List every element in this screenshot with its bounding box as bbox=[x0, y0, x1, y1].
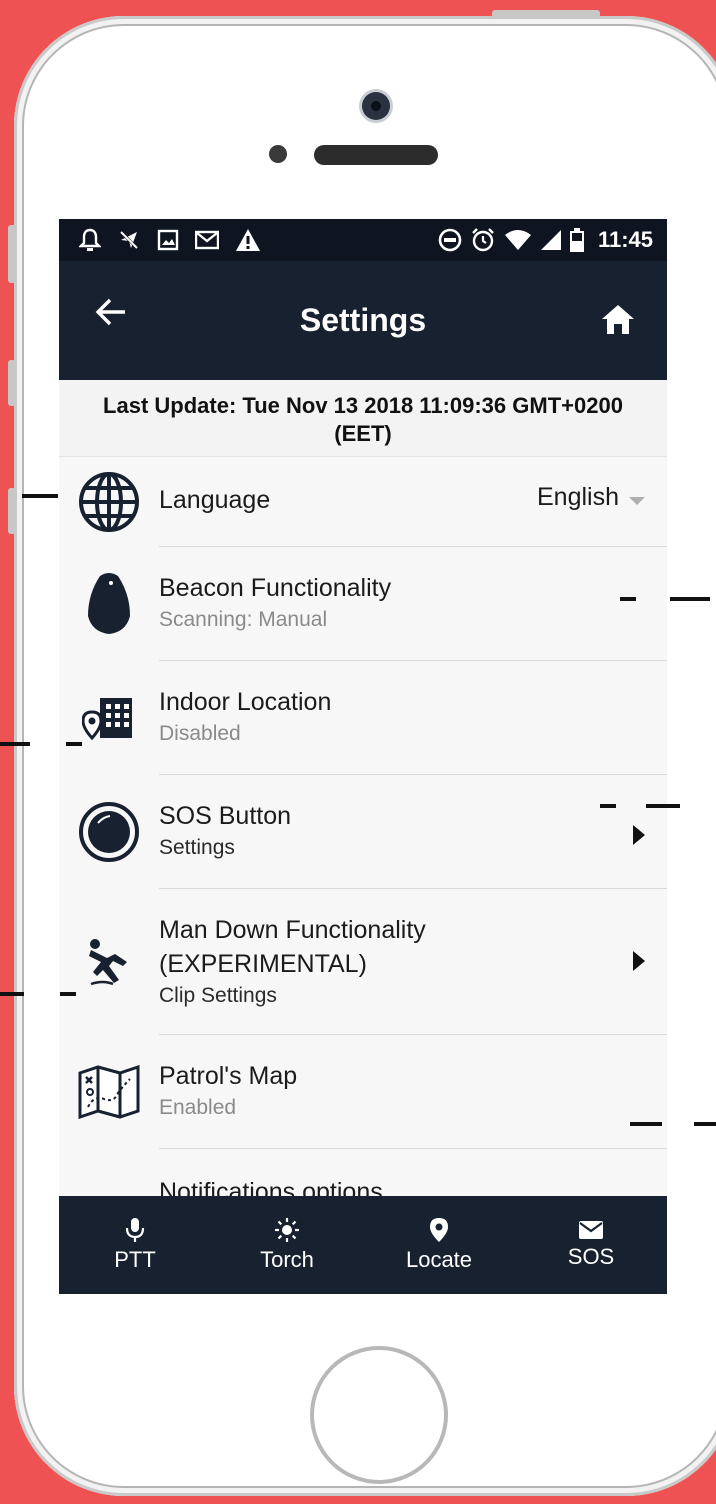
phone-screen: 11:45 Settings Last Update: Tue Nov 13 2… bbox=[59, 219, 667, 1294]
beacon-label: Beacon Functionality bbox=[159, 574, 392, 602]
setting-beacon[interactable]: Beacon Functionality Scanning: Manual bbox=[59, 547, 667, 661]
setting-man-down[interactable]: Man Down Functionality (EXPERIMENTAL) Cl… bbox=[59, 889, 667, 1035]
wifi-icon bbox=[504, 230, 531, 250]
location-pin-icon bbox=[430, 1218, 448, 1242]
chevron-right-icon bbox=[633, 951, 645, 971]
callout-dash bbox=[630, 1122, 662, 1126]
beacon-icon bbox=[88, 573, 130, 634]
nav-sos[interactable]: SOS bbox=[515, 1196, 667, 1294]
back-arrow-icon[interactable] bbox=[95, 297, 127, 327]
man-down-sub: Clip Settings bbox=[159, 984, 277, 1007]
no-location-icon bbox=[118, 229, 140, 251]
battery-icon bbox=[569, 228, 584, 252]
volume-down-button[interactable] bbox=[8, 488, 16, 534]
sos-button-label: SOS Button bbox=[159, 802, 292, 830]
callout-dash bbox=[670, 597, 710, 601]
map-icon bbox=[78, 1065, 140, 1119]
language-dropdown[interactable]: English bbox=[537, 483, 645, 512]
callout-dash bbox=[646, 804, 680, 808]
gmail-icon bbox=[195, 230, 219, 250]
nav-ptt[interactable]: PTT bbox=[59, 1196, 211, 1294]
callout-dash bbox=[66, 742, 82, 746]
page-title: Settings bbox=[299, 302, 427, 338]
camera-icon bbox=[362, 92, 390, 120]
sun-icon bbox=[275, 1218, 299, 1242]
globe-icon bbox=[79, 472, 139, 532]
home-icon[interactable] bbox=[601, 303, 635, 335]
callout-dash bbox=[620, 597, 636, 601]
warning-icon bbox=[236, 229, 260, 251]
status-bar: 11:45 bbox=[59, 219, 667, 261]
nav-locate[interactable]: Locate bbox=[363, 1196, 515, 1294]
chevron-down-icon bbox=[629, 496, 645, 505]
phone-home-button[interactable] bbox=[310, 1346, 448, 1484]
dnd-icon bbox=[438, 228, 462, 252]
callout-dash bbox=[22, 494, 58, 498]
language-label: Language bbox=[159, 486, 271, 514]
alarm-icon bbox=[472, 228, 494, 252]
app-bar: Settings bbox=[59, 261, 667, 380]
bottom-nav: PTT Torch Locate SOS bbox=[59, 1196, 667, 1294]
callout-dash bbox=[60, 992, 76, 996]
nav-torch-label: Torch bbox=[260, 1247, 314, 1272]
setting-sos-button[interactable]: SOS Button Settings bbox=[59, 775, 667, 889]
envelope-icon bbox=[579, 1221, 603, 1239]
sensor-icon bbox=[269, 145, 287, 163]
callout-dash bbox=[600, 804, 616, 808]
earpiece-speaker bbox=[314, 145, 438, 165]
indoor-location-status: Disabled bbox=[159, 722, 241, 745]
signal-icon bbox=[540, 230, 561, 250]
setting-language[interactable]: Language English bbox=[59, 457, 667, 547]
man-down-label-line1: Man Down Functionality bbox=[159, 916, 426, 944]
patrol-map-status: Enabled bbox=[159, 1096, 237, 1119]
language-value: English bbox=[537, 483, 619, 511]
callout-dash bbox=[0, 992, 24, 996]
setting-indoor-location[interactable]: Indoor Location Disabled bbox=[59, 661, 667, 775]
microphone-icon bbox=[125, 1218, 145, 1242]
mute-switch[interactable] bbox=[8, 225, 16, 283]
beacon-status: Scanning: Manual bbox=[159, 608, 328, 631]
falling-person-icon bbox=[89, 939, 127, 986]
indoor-location-label: Indoor Location bbox=[159, 688, 332, 716]
sos-button-sub: Settings bbox=[159, 836, 235, 859]
sos-button-icon bbox=[79, 802, 139, 862]
last-update-text: Last Update: Tue Nov 13 2018 11:09:36 GM… bbox=[59, 380, 667, 457]
patrol-map-label: Patrol's Map bbox=[159, 1062, 298, 1090]
nav-sos-label: SOS bbox=[567, 1244, 615, 1269]
nav-ptt-label: PTT bbox=[114, 1247, 156, 1272]
setting-patrol-map[interactable]: Patrol's Map Enabled bbox=[59, 1035, 667, 1149]
nav-locate-label: Locate bbox=[405, 1247, 473, 1272]
building-pin-icon bbox=[82, 698, 132, 740]
power-button[interactable] bbox=[492, 10, 600, 18]
bell-icon bbox=[79, 228, 101, 251]
status-time: 11:45 bbox=[597, 227, 653, 252]
nav-torch[interactable]: Torch bbox=[211, 1196, 363, 1294]
chevron-right-icon bbox=[633, 825, 645, 845]
callout-dash bbox=[694, 1122, 716, 1126]
settings-list: Language English Beacon Functionality Sc… bbox=[59, 457, 667, 1249]
volume-up-button[interactable] bbox=[8, 360, 16, 406]
callout-dash bbox=[0, 742, 30, 746]
image-icon bbox=[157, 229, 179, 251]
man-down-label-line2: (EXPERIMENTAL) bbox=[159, 950, 367, 978]
